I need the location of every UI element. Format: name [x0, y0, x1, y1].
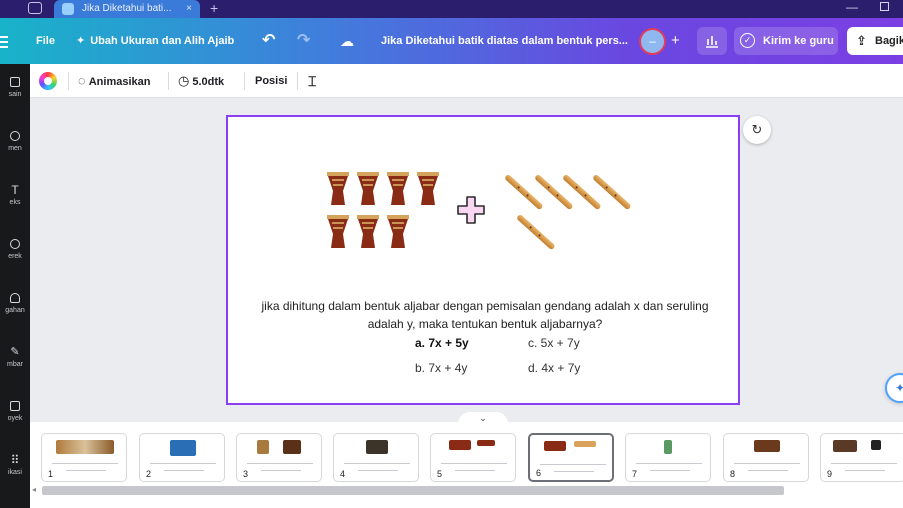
option-c[interactable]: c. 5x + 7y	[528, 336, 580, 350]
canvas-workspace: jika dihitung dalam bentuk aljabar denga…	[30, 98, 903, 424]
animate-button[interactable]: ◌ Animasikan	[78, 64, 150, 98]
send-to-teacher-button[interactable]: ✓ Kirim ke guru	[734, 27, 838, 55]
drum-image	[327, 215, 349, 248]
drum-image	[387, 215, 409, 248]
page-thumbnail[interactable]: 9	[820, 433, 903, 482]
bar-chart-icon	[706, 36, 718, 48]
brand-icon	[10, 239, 20, 249]
duration-button[interactable]: ◷ 5.0dtk	[178, 64, 224, 98]
option-d[interactable]: d. 4x + 7y	[528, 361, 580, 375]
toolbar-divider	[68, 72, 69, 90]
browser-tab[interactable]: Jika Diketahui bati... ×	[54, 0, 200, 18]
page-thumbnail[interactable]: 5	[430, 433, 516, 482]
toolbar-divider	[168, 72, 169, 90]
rail-item-apps[interactable]: ⠿ ikasi	[0, 453, 30, 476]
animate-icon: ◌	[78, 73, 86, 88]
new-tab-button[interactable]: +	[210, 0, 218, 16]
flute-image	[515, 213, 556, 251]
side-rail: sain men Teks erek gahan ✎ mbar oyek ⠿ ika…	[0, 64, 30, 508]
avatar[interactable]: –	[639, 28, 666, 55]
position-button[interactable]: Posisi	[255, 64, 287, 98]
toolbar-divider	[244, 72, 245, 90]
rail-item-elements[interactable]: men	[0, 131, 30, 152]
doc-title[interactable]: Jika Diketahui batik diatas dalam bentuk…	[381, 18, 628, 64]
page-thumbnail[interactable]: 2	[139, 433, 225, 482]
question-text[interactable]: jika dihitung dalam bentuk aljabar denga…	[242, 297, 728, 333]
share-label: Bagik	[875, 35, 903, 47]
assistant-icon[interactable]: ✦	[885, 373, 903, 403]
page-thumbnail-active[interactable]: 6	[528, 433, 614, 482]
camera-icon[interactable]	[28, 2, 42, 14]
maximize-button[interactable]	[880, 2, 889, 11]
elements-icon	[10, 131, 20, 141]
filmstrip-scrollbar[interactable]	[42, 486, 784, 495]
page-thumbnail[interactable]: 8	[723, 433, 809, 482]
canva-tab-icon	[62, 3, 74, 15]
projects-icon	[10, 401, 20, 411]
upload-icon: ⇪	[856, 33, 867, 48]
file-menu[interactable]: File	[36, 18, 55, 64]
sparkle-icon: ✦	[76, 35, 86, 47]
rail-item-uploads[interactable]: gahan	[0, 293, 30, 314]
page-filmstrip: 1 2 3 4 5 6 7 8 9	[30, 422, 903, 508]
rail-item-projects[interactable]: oyek	[0, 401, 30, 422]
check-circle-icon: ✓	[740, 33, 755, 48]
context-toolbar: ◌ Animasikan ◷ 5.0dtk Posisi ⌶	[30, 64, 903, 98]
analytics-button[interactable]	[697, 27, 727, 55]
editor-header: File ✦ Ubah Ukuran dan Alih Ajaib ↶ ↷ ☁ J…	[0, 18, 903, 64]
toolbar-divider	[297, 72, 298, 90]
upload-icon	[10, 293, 20, 303]
apps-icon: ⠿	[10, 453, 20, 467]
close-tab-icon[interactable]: ×	[186, 0, 192, 18]
paint-roller-icon[interactable]: ⌶	[308, 64, 316, 98]
share-button[interactable]: ⇪ Bagik	[847, 27, 903, 55]
browser-tab-bar: Jika Diketahui bati... × + —	[0, 0, 903, 18]
plus-sign-image	[457, 196, 485, 224]
drum-image	[357, 215, 379, 248]
color-picker-icon[interactable]	[39, 72, 57, 90]
drum-image	[387, 172, 409, 205]
menu-icon[interactable]	[0, 36, 8, 51]
drum-image	[357, 172, 379, 205]
option-a[interactable]: a. 7x + 5y	[415, 336, 469, 350]
resize-label: Ubah Ukuran dan Alih Ajaib	[90, 35, 235, 47]
redo-icon[interactable]: ↷	[297, 18, 310, 64]
clock-icon: ◷	[178, 73, 190, 88]
regenerate-icon[interactable]: ↻	[743, 116, 771, 144]
drum-image	[327, 172, 349, 205]
rail-item-design[interactable]: sain	[0, 77, 30, 98]
send-label: Kirim ke guru	[763, 35, 834, 47]
rail-item-text[interactable]: Teks	[0, 183, 30, 206]
scroll-left-arrow[interactable]: ◂	[32, 485, 36, 494]
page-thumbnail[interactable]: 1	[41, 433, 127, 482]
option-b[interactable]: b. 7x + 4y	[415, 361, 467, 375]
rail-item-brand[interactable]: erek	[0, 239, 30, 260]
add-collaborator-button[interactable]: +	[671, 18, 680, 64]
page-thumbnail[interactable]: 7	[625, 433, 711, 482]
design-icon	[10, 77, 20, 87]
drum-image	[417, 172, 439, 205]
page-thumbnail[interactable]: 4	[333, 433, 419, 482]
cloud-save-icon[interactable]: ☁	[340, 18, 354, 64]
tab-title: Jika Diketahui bati...	[82, 3, 172, 14]
undo-icon[interactable]: ↶	[262, 18, 275, 64]
text-icon: T	[11, 183, 19, 197]
rail-item-draw[interactable]: ✎ mbar	[0, 346, 30, 369]
page-thumbnail[interactable]: 3	[236, 433, 322, 482]
draw-icon: ✎	[10, 346, 20, 358]
slide-page[interactable]: jika dihitung dalam bentuk aljabar denga…	[226, 115, 740, 405]
minimize-button[interactable]: —	[846, 0, 858, 14]
resize-button[interactable]: ✦ Ubah Ukuran dan Alih Ajaib	[76, 18, 234, 64]
